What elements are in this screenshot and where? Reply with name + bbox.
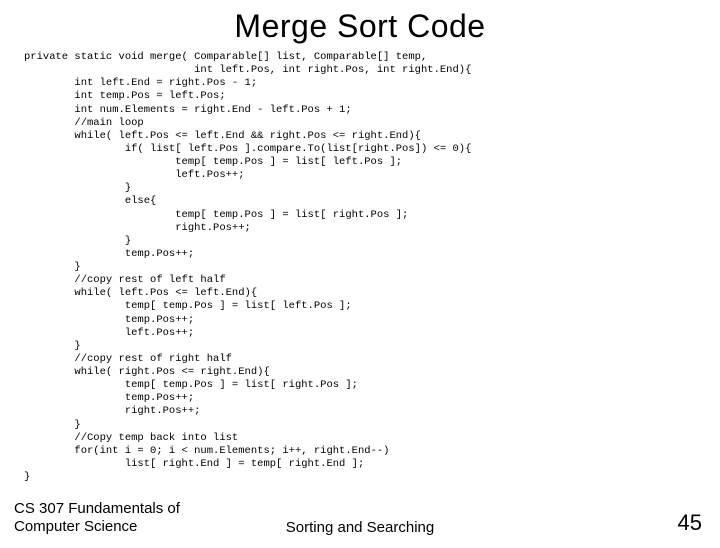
code-block: private static void merge( Comparable[] …: [24, 51, 720, 484]
page-number: 45: [678, 510, 702, 536]
slide-title: Merge Sort Code: [0, 8, 720, 45]
footer-topic: Sorting and Searching: [0, 519, 720, 536]
